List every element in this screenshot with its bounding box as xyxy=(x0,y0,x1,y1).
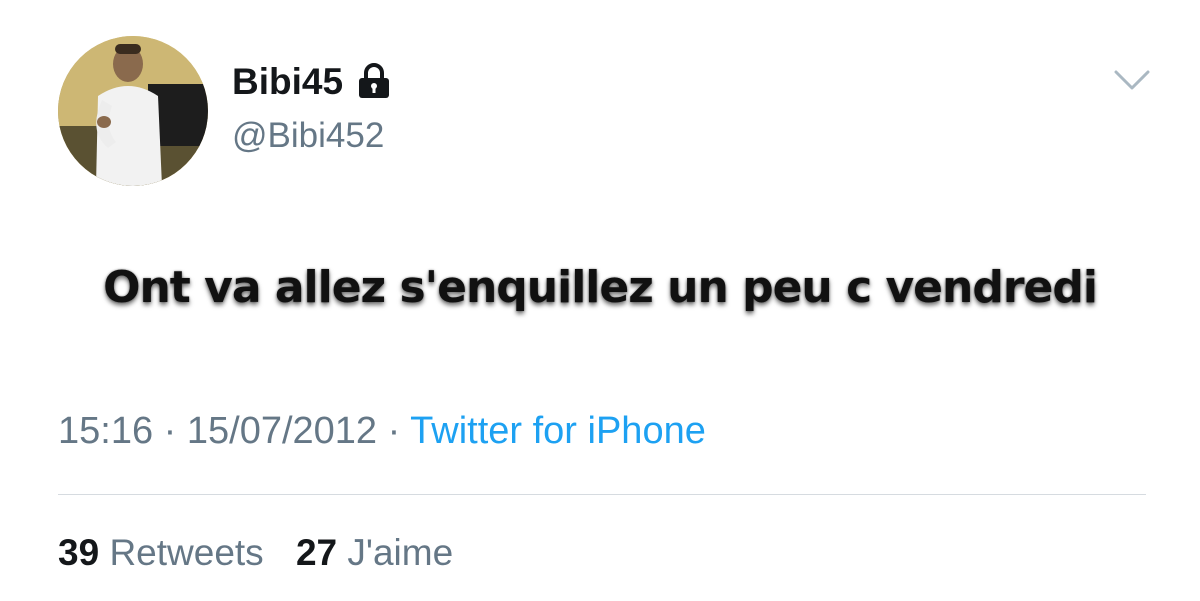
tweet-meta: 15:16 · 15/07/2012 · Twitter for iPhone xyxy=(58,412,706,450)
tweet-text: Ont va allez s'enquillez un peu c vendre… xyxy=(103,262,1098,313)
likes-stat[interactable]: 27 J'aime xyxy=(296,534,453,571)
meta-separator: · xyxy=(153,410,187,452)
divider xyxy=(58,494,1146,495)
avatar-photo xyxy=(58,36,208,186)
user-handle[interactable]: @Bibi452 xyxy=(232,118,384,153)
tweet-stats: 39 Retweets 27 J'aime xyxy=(58,534,475,571)
retweets-stat[interactable]: 39 Retweets xyxy=(58,534,264,571)
display-name[interactable]: Bibi45 xyxy=(232,63,343,100)
tweet-source-link[interactable]: Twitter for iPhone xyxy=(410,410,706,452)
tweet-time[interactable]: 15:16 xyxy=(58,410,153,452)
chevron-down-icon[interactable] xyxy=(1112,68,1152,92)
meta-separator: · xyxy=(377,410,411,452)
retweets-count: 39 xyxy=(58,532,100,573)
avatar[interactable] xyxy=(58,36,208,186)
likes-label: J'aime xyxy=(347,532,454,573)
tweet-card: Bibi45 @Bibi452 Ont va allez s'enquillez… xyxy=(0,0,1200,601)
retweets-label: Retweets xyxy=(109,532,264,573)
lock-icon xyxy=(357,62,391,100)
tweet-date[interactable]: 15/07/2012 xyxy=(187,410,377,452)
likes-count: 27 xyxy=(295,532,338,573)
display-name-row: Bibi45 xyxy=(232,62,391,100)
